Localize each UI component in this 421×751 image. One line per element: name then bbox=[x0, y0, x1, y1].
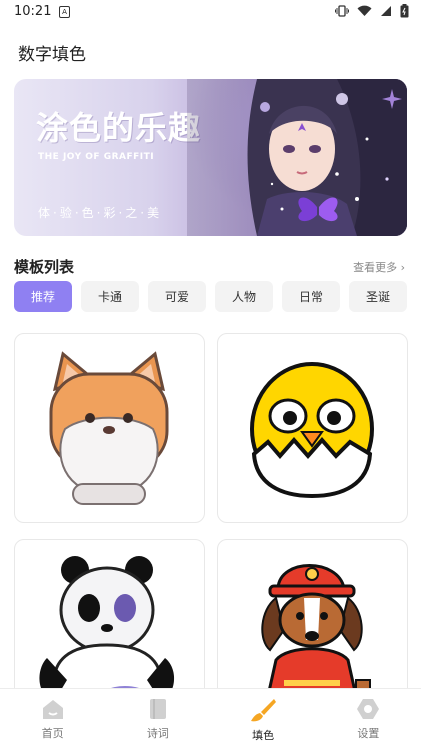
nav-item-home[interactable]: 首页 bbox=[0, 689, 105, 751]
nav-item-settings[interactable]: 设置 bbox=[316, 689, 421, 751]
status-icons bbox=[335, 4, 409, 18]
tab-cute[interactable]: 可爱 bbox=[148, 281, 206, 312]
settings-icon bbox=[357, 699, 380, 719]
vibrate-icon bbox=[335, 5, 349, 17]
view-more-link[interactable]: 查看更多 › bbox=[353, 259, 405, 275]
nav-label-home: 首页 bbox=[41, 727, 64, 740]
tab-daily[interactable]: 日常 bbox=[282, 281, 340, 312]
nav-label-poetry: 诗词 bbox=[146, 727, 169, 740]
sim-icon: A bbox=[59, 6, 70, 18]
nav-label-settings: 设置 bbox=[357, 727, 380, 740]
nav-item-coloring[interactable]: 填色 bbox=[211, 689, 316, 751]
banner-motto: 体·验·色·彩·之·美 bbox=[38, 206, 163, 220]
pixel-cat-image bbox=[49, 351, 169, 505]
promo-banner[interactable]: 涂色的乐趣 THE JOY OF GRAFFITI 体·验·色·彩·之·美 bbox=[14, 79, 407, 236]
chevron-right-icon: › bbox=[400, 261, 405, 274]
battery-icon bbox=[400, 4, 409, 18]
status-time: 10:21 bbox=[14, 4, 52, 19]
paintbrush-icon bbox=[251, 699, 277, 722]
template-card-chick[interactable] bbox=[217, 333, 408, 523]
tab-people[interactable]: 人物 bbox=[215, 281, 273, 312]
tab-cartoon[interactable]: 卡通 bbox=[81, 281, 139, 312]
home-icon bbox=[42, 700, 63, 719]
tab-recommended[interactable]: 推荐 bbox=[14, 281, 72, 312]
banner-title: 涂色的乐趣 bbox=[36, 109, 202, 147]
wifi-icon bbox=[357, 5, 372, 17]
banner-illustration bbox=[187, 79, 407, 236]
signal-icon bbox=[381, 6, 391, 16]
page-title: 数字填色 bbox=[18, 45, 86, 65]
book-icon bbox=[149, 699, 166, 719]
banner-subtitle: THE JOY OF GRAFFITI bbox=[38, 152, 155, 162]
template-card-cat[interactable] bbox=[14, 333, 205, 523]
tab-christmas[interactable]: 圣诞 bbox=[349, 281, 407, 312]
bottom-navigation: 首页 诗词 填色 设置 bbox=[0, 688, 421, 751]
template-list-title: 模板列表 bbox=[14, 258, 75, 276]
nav-label-coloring: 填色 bbox=[252, 729, 275, 742]
nav-item-poetry[interactable]: 诗词 bbox=[105, 689, 210, 751]
pixel-chick-image bbox=[250, 362, 374, 499]
status-bar: 10:21 A bbox=[0, 0, 421, 24]
category-tabs: 推荐 卡通 可爱 人物 日常 圣诞 bbox=[14, 281, 407, 312]
view-more-label: 查看更多 bbox=[353, 261, 398, 274]
